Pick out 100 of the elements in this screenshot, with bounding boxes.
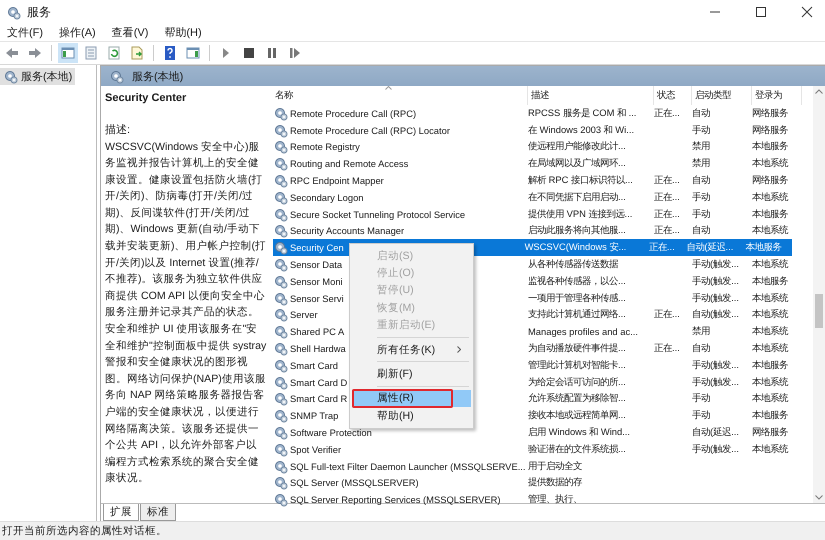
tab[interactable]: 标准 [140,504,176,521]
table-cell: 自动 [692,106,710,120]
column-header[interactable]: 状态 [654,86,692,105]
table-cell: 提供使用 VPN 连接到远... [528,208,632,221]
table-cell: 网络服务 [752,426,788,440]
table-cell: 正在... [654,224,680,238]
gear-icon [273,223,288,238]
table-cell: 自动(延迟... [686,241,734,254]
table-cell: 从各种传感器传送数据 [528,258,618,272]
back-arrow-icon[interactable] [4,45,20,61]
table-cell: 管理此计算机对智能卡... [528,358,626,372]
table-cell: Sensor Moni [290,276,343,287]
table-cell: 正在... [654,106,680,120]
table-cell: 正在... [654,208,680,221]
gear-icon [273,324,288,340]
table-cell: 一项用于管理各种传感... [528,292,626,305]
table-cell: 本地系统 [752,376,788,389]
table-cell: 本地系统 [752,190,788,204]
help-icon[interactable] [162,45,178,61]
gear-icon [273,374,288,390]
column-header[interactable]: 名称 [273,86,528,105]
gear-icon [6,4,21,20]
table-cell: 禁用 [692,140,710,154]
scroll-up-icon[interactable] [815,89,823,94]
table-cell: SQL Full-text Filter Daemon Launcher (MSSQLSERVE... [290,460,525,472]
menu-item[interactable]: 查看(V) [112,25,148,40]
export-icon[interactable] [129,45,145,61]
table-cell: 禁用 [692,157,710,170]
table-cell: 本地系统 [752,325,788,338]
table-cell: 手动 [692,190,710,204]
table-cell: 管理、执行、 [528,493,582,506]
table-cell: Remote Procedure Call (RPC) [290,108,416,119]
table-cell: RPC Endpoint Mapper [290,175,384,186]
table-cell: 接收本地或远程简单网... [528,409,626,422]
table-cell: 本地服务 [752,208,788,221]
gear-icon [273,190,288,205]
menu-item[interactable]: 属性(R) [352,390,471,408]
column-header[interactable]: 登录为 [752,86,802,105]
list-icon[interactable] [83,45,99,61]
gear-icon [273,290,288,306]
table-cell: 本地系统 [752,442,788,456]
table-cell: Sensor Data [290,259,342,270]
table-cell: 启动此服务将向其他服... [528,224,626,238]
column-header[interactable]: 描述 [528,86,654,105]
gear-icon [273,391,288,406]
table-cell: 手动 [692,392,710,406]
menu-item[interactable]: 文件(F) [7,25,44,40]
menu-item[interactable]: 所有任务(K) [352,340,471,358]
table-cell: Security Accounts Manager [290,225,404,236]
menu-item[interactable]: 操作(A) [59,25,96,40]
table-cell: Spot Verifier [290,444,342,455]
table-cell: 在局域网以及广域网环... [528,157,626,170]
table-cell: 正在... [648,241,675,254]
table-cell: 自动 [692,224,710,238]
tree-item[interactable]: 服务(本地) [0,68,76,85]
description-label: 描述: [105,123,132,138]
table-cell: 验证潜在的文件系统损... [528,442,626,456]
table-cell: 解析 RPC 接口标识符以... [528,174,633,188]
table-cell: Server [290,309,318,320]
stop-icon[interactable] [241,45,257,61]
table-cell: 用于启动全文 [528,460,582,473]
gear-icon [3,69,18,84]
console-tree-icon[interactable] [60,45,76,61]
gear-icon [273,425,288,440]
table-cell: 手动 [692,409,710,422]
refresh-icon[interactable] [106,45,122,61]
menu-item[interactable]: 帮助(H) [164,25,202,40]
gear-icon [273,492,288,508]
table-cell: 本地系统 [752,258,788,272]
table-cell: Shared PC A [290,326,344,338]
action-pane-icon[interactable] [185,45,201,61]
gear-icon [273,139,288,154]
table-cell: Smart Card R [290,393,348,404]
table-cell: Security Cen [290,242,344,254]
table-cell: 网络服务 [752,106,788,120]
table-cell: 网络服务 [752,124,788,137]
gear-icon [273,122,288,138]
maximize-icon[interactable] [755,6,767,18]
table-cell: Shell Hardwa [290,343,346,354]
table-cell: 本地服务 [746,241,782,254]
table-cell: 禁用 [692,325,710,338]
table-cell: 允许系统配置为移除智... [528,392,626,406]
forward-arrow-icon[interactable] [27,45,43,61]
table-cell: 自动(延迟... [692,426,739,440]
scroll-down-icon[interactable] [815,495,823,500]
table-cell: WSCSVC(Windows 安... [524,241,626,254]
close-icon[interactable] [801,6,813,18]
table-cell: 在 Windows 2003 和 Wi... [528,124,634,137]
scrollbar-thumb[interactable] [815,294,823,328]
menu-item[interactable]: 刷新(F) [352,365,471,383]
column-header[interactable]: 启动类型 [692,86,752,105]
gear-icon [273,206,288,222]
table-cell: Routing and Remote Access [290,158,408,170]
scrollbar[interactable] [813,86,825,503]
table-cell: 手动(触发... [692,376,739,389]
table-cell: 手动(触发... [692,274,739,288]
menu-item[interactable]: 帮助(H) [352,407,471,425]
status-text: 打开当前所选内容的属性对话框。 [2,524,167,538]
tab[interactable]: 扩展 [103,504,139,521]
gear-icon [273,358,288,373]
